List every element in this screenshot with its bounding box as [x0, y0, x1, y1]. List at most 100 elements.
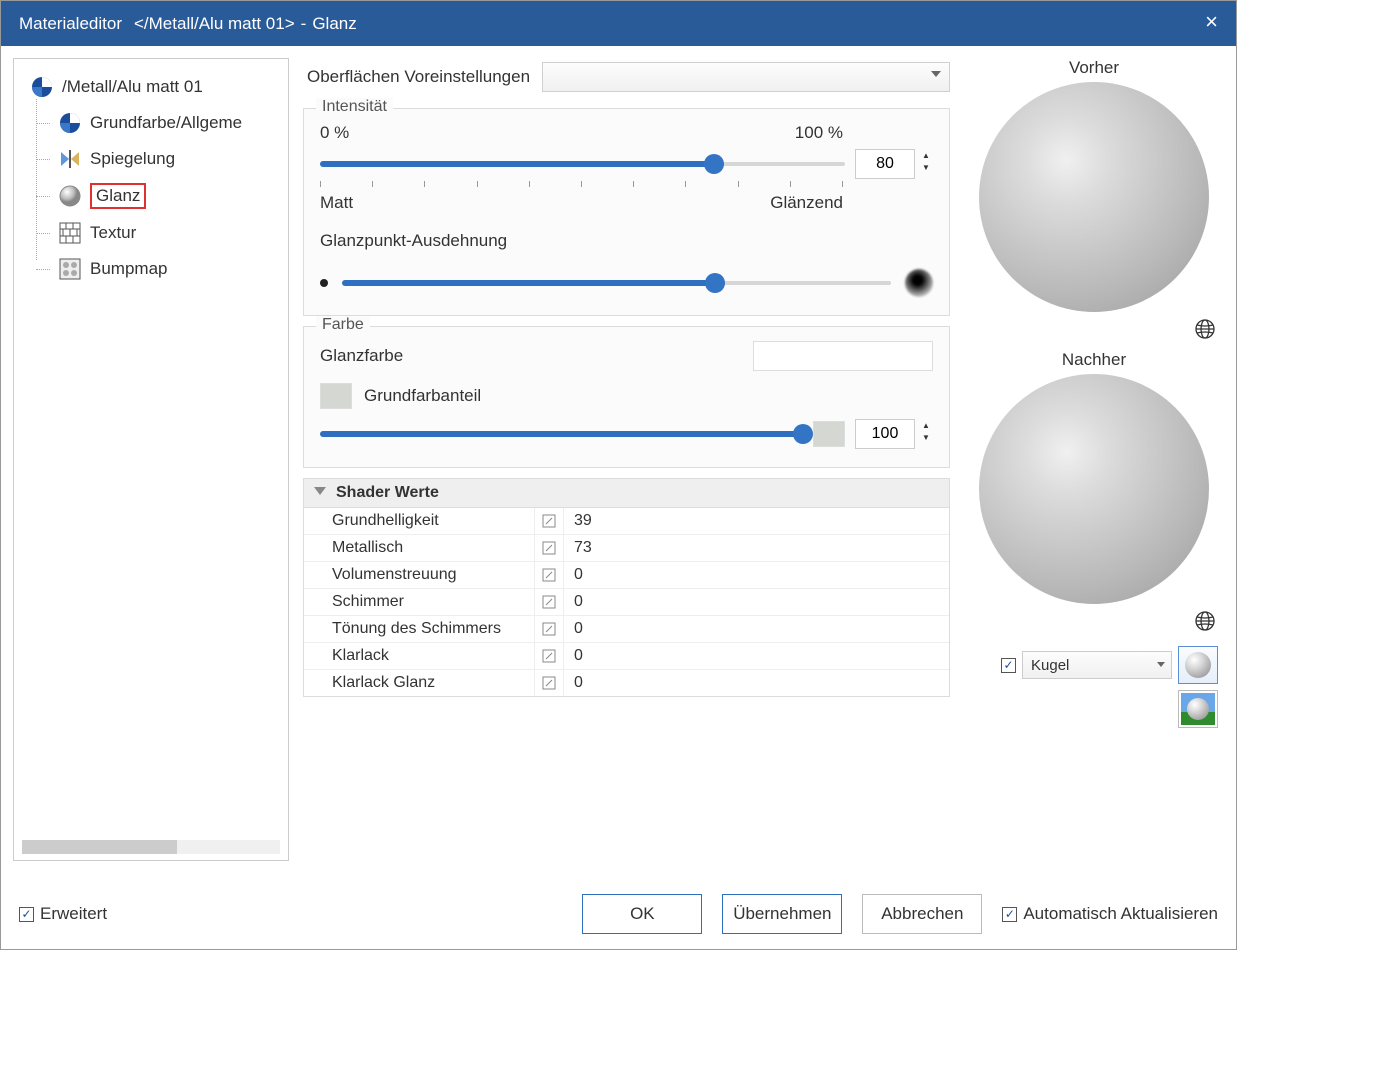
close-icon[interactable]: ×	[1205, 9, 1218, 35]
intensity-left-label: Matt	[320, 193, 353, 213]
auto-update-label: Automatisch Aktualisieren	[1023, 904, 1218, 924]
extent-label: Glanzpunkt-Ausdehnung	[320, 231, 933, 251]
chevron-down-icon	[1157, 662, 1165, 667]
preview-after-sphere	[979, 374, 1209, 604]
edit-icon[interactable]	[534, 643, 564, 669]
globe-icon[interactable]	[1194, 610, 1216, 632]
grundfarb-input[interactable]	[855, 419, 915, 449]
shader-row-name: Klarlack Glanz	[304, 670, 534, 696]
pie-icon	[58, 111, 82, 135]
intensity-min-label: 0 %	[320, 123, 349, 143]
tree-item-grundfarbe[interactable]: Grundfarbe/Allgeme	[54, 105, 288, 141]
cancel-button[interactable]: Abbrechen	[862, 894, 982, 934]
shader-row[interactable]: Klarlack Glanz 0	[304, 669, 949, 696]
shader-row-name: Volumenstreuung	[304, 562, 534, 588]
shader-row[interactable]: Grundhelligkeit 39	[304, 508, 949, 534]
material-path: </Metall/Alu matt 01>	[134, 14, 295, 34]
shader-row[interactable]: Klarlack 0	[304, 642, 949, 669]
tree-panel: /Metall/Alu matt 01 Grundfarbe/Allgeme S…	[13, 58, 289, 861]
shader-row-value: 73	[564, 535, 949, 561]
tree-scrollbar-horizontal[interactable]	[22, 840, 280, 854]
shader-header[interactable]: Shader Werte	[304, 479, 949, 508]
brick-icon	[58, 221, 82, 245]
settings-panel: Oberflächen Voreinstellungen Intensität …	[289, 58, 964, 861]
intensity-group-title: Intensität	[316, 98, 393, 116]
spin-down-icon[interactable]: ▼	[919, 161, 933, 173]
intensity-input[interactable]	[855, 149, 915, 179]
shape-combo[interactable]: Kugel	[1022, 651, 1172, 679]
titlebar: Materialeditor </Metall/Alu matt 01> - G…	[1, 1, 1236, 46]
sphere-icon	[1187, 698, 1209, 720]
tree-item-textur[interactable]: Textur	[54, 215, 288, 251]
spin-up-icon[interactable]: ▲	[919, 149, 933, 161]
spin-up-icon[interactable]: ▲	[919, 419, 933, 431]
tree-item-spiegelung[interactable]: Spiegelung	[54, 141, 288, 177]
tree-root-item[interactable]: /Metall/Alu matt 01	[26, 69, 288, 105]
tree-item-glanz[interactable]: Glanz	[54, 177, 288, 215]
collapse-icon	[314, 487, 326, 495]
preview-before-sphere	[979, 82, 1209, 312]
ok-button[interactable]: OK	[582, 894, 702, 934]
glanzfarbe-label: Glanzfarbe	[320, 346, 403, 366]
shader-row-name: Tönung des Schimmers	[304, 616, 534, 642]
shader-row[interactable]: Tönung des Schimmers 0	[304, 615, 949, 642]
reflection-icon	[58, 147, 82, 171]
edit-icon[interactable]	[534, 616, 564, 642]
shader-row[interactable]: Schimmer0	[304, 588, 949, 615]
intensity-right-label: Glänzend	[770, 193, 843, 213]
shader-row-value: 0	[564, 616, 949, 642]
sphere-icon	[1185, 652, 1211, 678]
grundfarbanteil-label: Grundfarbanteil	[364, 386, 481, 406]
intensity-slider[interactable]	[320, 153, 845, 175]
tree-item-label: Bumpmap	[90, 259, 167, 279]
background-button[interactable]	[1178, 690, 1218, 728]
footer: ✓Erweitert OK Übernehmen Abbrechen ✓Auto…	[1, 879, 1236, 949]
grundfarb-spinner[interactable]: ▲▼	[855, 419, 933, 449]
edit-icon[interactable]	[534, 508, 564, 534]
shape-checkbox[interactable]: ✓	[1001, 658, 1016, 673]
preview-panel: Vorher Nachher ✓ Kugel	[964, 58, 1224, 861]
auto-update-checkbox[interactable]: ✓Automatisch Aktualisieren	[1002, 904, 1218, 924]
shape-combo-value: Kugel	[1031, 657, 1069, 674]
preview-after-label: Nachher	[1062, 350, 1126, 370]
globe-icon[interactable]	[1194, 318, 1216, 340]
intensity-spinner[interactable]: ▲▼	[855, 149, 933, 179]
intensity-max-label: 100 %	[795, 123, 843, 143]
extent-slider[interactable]	[342, 272, 891, 294]
spin-down-icon[interactable]: ▼	[919, 431, 933, 443]
app-title: Materialeditor	[19, 14, 122, 34]
apply-button[interactable]: Übernehmen	[722, 894, 842, 934]
shader-row-name: Grundhelligkeit	[304, 508, 534, 534]
preview-before-label: Vorher	[1069, 58, 1119, 78]
color-group: Farbe Glanzfarbe Grundfarbanteil ▲▼	[303, 326, 950, 468]
edit-icon[interactable]	[534, 535, 564, 561]
bumpmap-icon	[58, 257, 82, 281]
shader-row-value: 0	[564, 562, 949, 588]
tree-item-label: Textur	[90, 223, 136, 243]
shader-row[interactable]: Volumenstreuung 0	[304, 561, 949, 588]
shader-header-label: Shader Werte	[336, 484, 439, 502]
shader-panel: Shader Werte Grundhelligkeit 39Metallisch…	[303, 478, 950, 697]
shader-row-value: 0	[564, 589, 949, 615]
grundfarb-swatch[interactable]	[320, 383, 352, 409]
shader-row-value: 0	[564, 670, 949, 696]
shape-sphere-button[interactable]	[1178, 646, 1218, 684]
glanzfarbe-color[interactable]	[753, 341, 933, 371]
presets-combo[interactable]	[542, 62, 950, 92]
edit-icon[interactable]	[534, 589, 564, 615]
shader-row-name: Klarlack	[304, 643, 534, 669]
erweitert-label: Erweitert	[40, 904, 107, 924]
tree-item-label: Grundfarbe/Allgeme	[90, 113, 242, 133]
sphere-icon	[58, 184, 82, 208]
tree-item-bumpmap[interactable]: Bumpmap	[54, 251, 288, 287]
shader-row[interactable]: Metallisch73	[304, 534, 949, 561]
shader-row-value: 0	[564, 643, 949, 669]
erweitert-checkbox[interactable]: ✓Erweitert	[19, 904, 107, 924]
shader-row-value: 39	[564, 508, 949, 534]
grundfarb-slider[interactable]	[320, 423, 803, 445]
dot-large-icon	[905, 269, 933, 297]
tree-item-label: Glanz	[90, 183, 146, 209]
mix-swatch[interactable]	[813, 421, 845, 447]
edit-icon[interactable]	[534, 562, 564, 588]
edit-icon[interactable]	[534, 670, 564, 696]
